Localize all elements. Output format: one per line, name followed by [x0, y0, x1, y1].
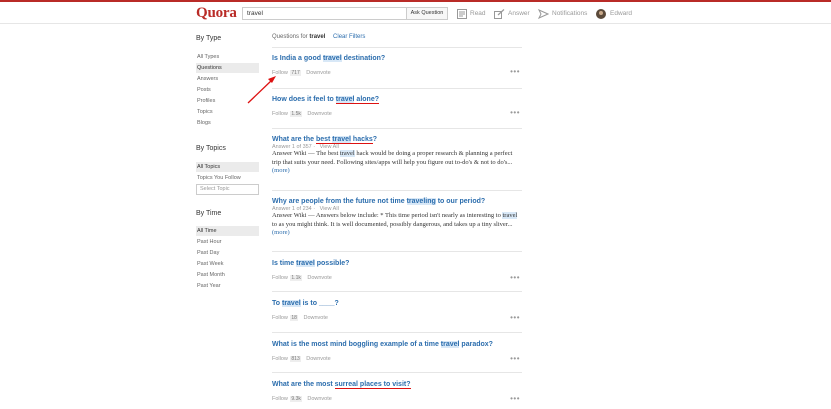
- filter-all-time[interactable]: All Time: [196, 226, 259, 236]
- filter-past-hour[interactable]: Past Hour: [196, 237, 259, 247]
- downvote-button[interactable]: Downvote: [307, 275, 331, 281]
- nav-user[interactable]: Edward: [596, 7, 632, 20]
- filter-answers[interactable]: Answers: [196, 74, 259, 84]
- notifications-icon: [538, 8, 549, 19]
- filter-all-topics[interactable]: All Topics: [196, 162, 259, 172]
- more-options-icon[interactable]: •••: [510, 313, 520, 322]
- filter-blogs[interactable]: Blogs: [196, 118, 259, 128]
- follow-button[interactable]: Follow: [272, 275, 288, 281]
- question-actions: Follow 1.1k Downvote: [272, 275, 522, 281]
- filter-topics[interactable]: Topics: [196, 107, 259, 117]
- filter-past-day[interactable]: Past Day: [196, 248, 259, 258]
- search-input[interactable]: travel: [242, 7, 406, 20]
- question-actions: Follow 18 Downvote: [272, 315, 522, 321]
- question-result: Is time travel possible? Follow 1.1k Dow…: [272, 251, 522, 282]
- follow-button[interactable]: Follow: [272, 356, 288, 362]
- more-options-icon[interactable]: •••: [510, 354, 520, 363]
- question-result: Why are people from the future not time …: [272, 190, 522, 238]
- question-title-link[interactable]: What are the best travel hacks?: [272, 136, 522, 144]
- question-title-link[interactable]: Is time travel possible?: [272, 260, 522, 267]
- quora-logo[interactable]: Quora: [196, 5, 237, 22]
- question-result: To travel is to ____? Follow 18 Downvote…: [272, 291, 522, 322]
- nav-user-label: Edward: [610, 10, 633, 17]
- follower-count: 813: [289, 356, 302, 362]
- filter-questions[interactable]: Questions: [196, 63, 259, 73]
- more-options-icon[interactable]: •••: [510, 67, 520, 76]
- question-actions: Follow 1.5k Downvote: [272, 111, 522, 117]
- follow-button[interactable]: Follow: [272, 396, 288, 402]
- follower-count: 18: [289, 315, 299, 321]
- question-title-link[interactable]: What are the most surreal places to visi…: [272, 381, 522, 389]
- nav-read[interactable]: Read: [457, 7, 486, 20]
- downvote-button[interactable]: Downvote: [306, 70, 330, 76]
- question-title-link[interactable]: Is India a good travel destination?: [272, 55, 522, 62]
- question-title-link[interactable]: Why are people from the future not time …: [272, 198, 522, 205]
- filter-summary: Questions for travel Clear Filters: [272, 34, 365, 40]
- downvote-button[interactable]: Downvote: [303, 315, 327, 321]
- follower-count: 717: [289, 70, 302, 76]
- nav-notifications[interactable]: Notifications: [538, 7, 587, 20]
- more-link[interactable]: (more): [272, 229, 290, 236]
- follow-button[interactable]: Follow: [272, 111, 288, 117]
- by-time-heading: By Time: [196, 210, 222, 217]
- filter-all-types[interactable]: All Types: [196, 52, 259, 62]
- nav-answer[interactable]: Answer: [494, 7, 530, 20]
- question-actions: Follow 9.3k Downvote: [272, 396, 522, 402]
- read-icon: [457, 8, 467, 19]
- question-result: What are the most surreal places to visi…: [272, 372, 522, 403]
- answer-snippet[interactable]: Answer Wiki — Answers below include: * T…: [272, 212, 522, 238]
- question-title-link[interactable]: How does it feel to travel alone?: [272, 96, 522, 104]
- question-result: How does it feel to travel alone? Follow…: [272, 88, 522, 117]
- question-result: What are the best travel hacks? Answer 1…: [272, 128, 522, 176]
- nav-read-label: Read: [470, 10, 486, 17]
- question-actions: Follow 717 Downvote: [272, 70, 522, 76]
- filter-posts[interactable]: Posts: [196, 85, 259, 95]
- nav-notifications-label: Notifications: [552, 10, 588, 17]
- downvote-button[interactable]: Downvote: [307, 111, 331, 117]
- answer-snippet[interactable]: Answer Wiki — The best travel hack would…: [272, 150, 522, 176]
- top-bar: Quora travel Ask Question Read Answer No…: [0, 0, 831, 24]
- filter-topics-you-follow[interactable]: Topics You Follow: [196, 173, 259, 183]
- question-actions: Follow 813 Downvote: [272, 356, 522, 362]
- downvote-button[interactable]: Downvote: [306, 356, 330, 362]
- more-options-icon[interactable]: •••: [510, 394, 520, 403]
- filter-profiles[interactable]: Profiles: [196, 96, 259, 106]
- clear-filters-link[interactable]: Clear Filters: [333, 34, 365, 40]
- follow-button[interactable]: Follow: [272, 315, 288, 321]
- more-options-icon[interactable]: •••: [510, 108, 520, 117]
- by-topics-heading: By Topics: [196, 145, 226, 152]
- more-options-icon[interactable]: •••: [510, 273, 520, 282]
- follower-count: 9.3k: [289, 396, 303, 402]
- select-topic-input[interactable]: Select Topic: [196, 184, 259, 195]
- follow-button[interactable]: Follow: [272, 70, 288, 76]
- question-result: Is India a good travel destination? Foll…: [272, 47, 522, 76]
- avatar: [596, 8, 606, 19]
- filter-past-year[interactable]: Past Year: [196, 281, 259, 291]
- nav-answer-label: Answer: [508, 10, 530, 17]
- follower-count: 1.1k: [289, 275, 303, 281]
- question-title-link[interactable]: What is the most mind boggling example o…: [272, 341, 522, 348]
- filter-past-month[interactable]: Past Month: [196, 270, 259, 280]
- question-result: What is the most mind boggling example o…: [272, 332, 522, 363]
- more-link[interactable]: (more): [272, 167, 290, 174]
- downvote-button[interactable]: Downvote: [307, 396, 331, 402]
- filter-past-week[interactable]: Past Week: [196, 259, 259, 269]
- question-title-link[interactable]: To travel is to ____?: [272, 300, 522, 307]
- filter-term: travel: [309, 34, 326, 40]
- filter-prefix: Questions for: [272, 34, 308, 40]
- by-type-heading: By Type: [196, 35, 222, 42]
- follower-count: 1.5k: [289, 111, 303, 117]
- ask-question-button[interactable]: Ask Question: [406, 7, 448, 20]
- pencil-icon: [494, 8, 505, 19]
